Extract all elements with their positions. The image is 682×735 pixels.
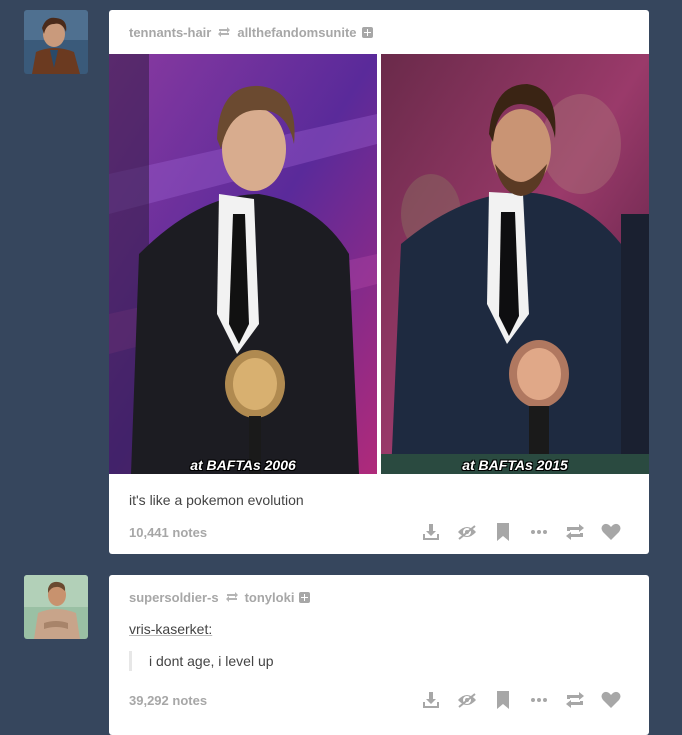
photo-caption-left: at BAFTAs 2006 (190, 457, 296, 473)
post-header: tennants-hair allthefandomsunite (109, 10, 649, 54)
post-actions (413, 685, 629, 715)
post-text: it's like a pokemon evolution (129, 492, 304, 508)
author-link[interactable]: tennants-hair (129, 25, 211, 40)
photoset: at BAFTAs 2006 at BAFTAs 2015 (109, 54, 649, 474)
post-body: vris-kaserket: i dont age, i level up (109, 619, 649, 671)
follow-plus-icon[interactable] (299, 591, 311, 603)
avatar-tennants-hair[interactable] (24, 10, 88, 74)
post-card: tennants-hair allthefandomsunite at BAFT… (109, 10, 649, 554)
eye-icon[interactable] (449, 685, 485, 715)
blockquote: i dont age, i level up (129, 651, 629, 671)
post-footer: 10,441 notes (109, 510, 649, 554)
notes-count[interactable]: 10,441 notes (129, 525, 413, 540)
heart-icon[interactable] (593, 517, 629, 547)
quote-text: i dont age, i level up (149, 653, 274, 669)
more-icon[interactable] (521, 517, 557, 547)
quoted-user-link[interactable]: vris-kaserket: (129, 621, 629, 637)
follow-plus-icon[interactable] (361, 26, 373, 38)
post-footer: 39,292 notes (109, 678, 649, 722)
notes-count[interactable]: 39,292 notes (129, 693, 413, 708)
post-card: supersoldier-s tonyloki vris-kaserket: i… (109, 575, 649, 735)
photo-right[interactable]: at BAFTAs 2015 (381, 54, 649, 474)
author-link[interactable]: supersoldier-s (129, 590, 219, 605)
download-icon[interactable] (413, 517, 449, 547)
heart-icon[interactable] (593, 685, 629, 715)
post-actions (413, 517, 629, 547)
avatar-supersoldier-s[interactable] (24, 575, 88, 639)
bookmark-icon[interactable] (485, 517, 521, 547)
reblogged-from-link[interactable]: allthefandomsunite (237, 25, 356, 40)
reblog-icon[interactable] (557, 685, 593, 715)
post-body: it's like a pokemon evolution (109, 474, 649, 508)
eye-icon[interactable] (449, 517, 485, 547)
post-header: supersoldier-s tonyloki (109, 575, 649, 619)
photo-caption-right: at BAFTAs 2015 (462, 457, 568, 473)
reblogged-from-link[interactable]: tonyloki (245, 590, 295, 605)
reblog-icon[interactable] (557, 517, 593, 547)
download-icon[interactable] (413, 685, 449, 715)
reblog-icon (217, 26, 231, 38)
reblog-icon (225, 591, 239, 603)
bookmark-icon[interactable] (485, 685, 521, 715)
more-icon[interactable] (521, 685, 557, 715)
photo-left[interactable]: at BAFTAs 2006 (109, 54, 377, 474)
